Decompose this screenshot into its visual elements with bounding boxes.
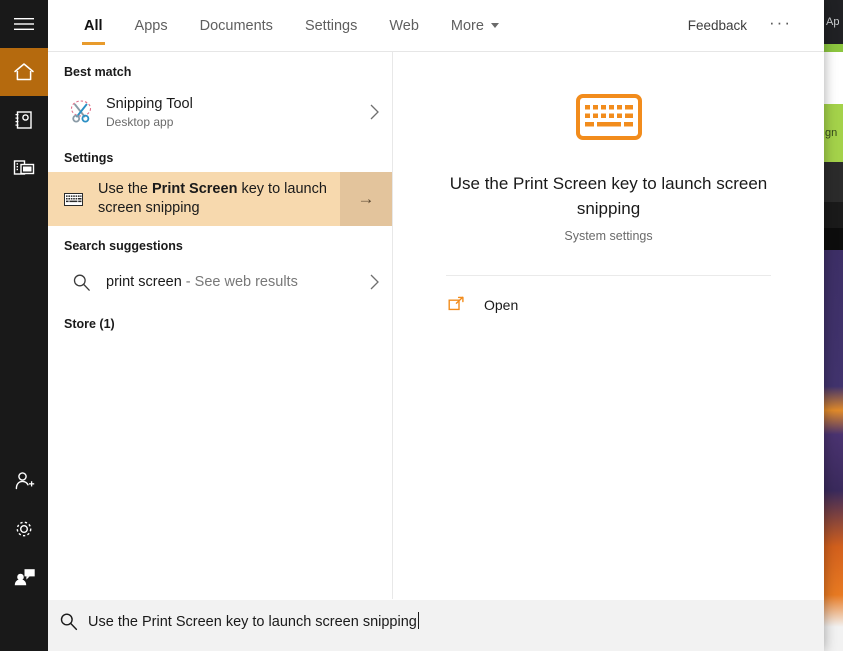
sidebar-item-devices[interactable] (0, 144, 48, 192)
tab-more-label: More (450, 17, 484, 34)
background-window-content (824, 52, 843, 104)
search-tabbar: All Apps Documents Settings Web More Fee… (48, 0, 824, 51)
suggestion-search-icon-wrap (64, 273, 98, 292)
settings-row-label: Use the Print Screen key to launch scree… (94, 180, 340, 218)
settings-label-prefix: Use the (98, 181, 152, 197)
search-flyout: All Apps Documents Settings Web More Fee… (0, 0, 824, 651)
chevron-down-icon (490, 23, 499, 28)
result-row-print-screen-setting[interactable]: Use the Print Screen key to launch scree… (48, 172, 392, 226)
preview-keyboard-icon-wrap (575, 94, 642, 145)
tab-all[interactable]: All (68, 0, 119, 51)
background-window-band-2 (824, 202, 843, 228)
result-subtitle: Desktop app (106, 114, 174, 129)
sidebar-item-feedback[interactable] (0, 553, 48, 601)
sidebar-item-collections[interactable] (0, 96, 48, 144)
tab-settings[interactable]: Settings (289, 0, 373, 51)
tab-web[interactable]: Web (373, 0, 435, 51)
result-title: Snipping Tool (106, 95, 193, 112)
header-actions: Feedback ··· (678, 0, 824, 51)
result-row-web-suggestion[interactable]: print screen - See web results (48, 260, 392, 304)
snipping-tool-icon-wrap (64, 97, 98, 127)
hamburger-menu-button[interactable] (0, 0, 48, 48)
tab-all-label: All (84, 17, 103, 34)
search-icon (73, 274, 90, 291)
hamburger-icon (14, 18, 34, 30)
background-window-title: Ap (824, 0, 843, 44)
sidebar-item-settings[interactable] (0, 505, 48, 553)
preview-divider (446, 275, 771, 276)
search-input-text[interactable]: Use the Print Screen key to launch scree… (88, 611, 419, 631)
search-icon-wrap (48, 612, 88, 631)
tab-documents-label: Documents (199, 17, 273, 34)
results-list: Best match Snipping Tool Desktop app Set… (48, 52, 392, 599)
section-header-settings: Settings (64, 151, 114, 165)
tab-list: All Apps Documents Settings Web More (48, 0, 515, 51)
left-icon-rail (0, 0, 48, 651)
sidebar-item-home[interactable] (0, 48, 48, 96)
external-link-icon-wrap (446, 296, 476, 314)
result-expand-button[interactable] (356, 103, 392, 121)
preview-title: Use the Print Screen key to launch scree… (449, 174, 768, 218)
tab-documents[interactable]: Documents (184, 0, 289, 51)
open-action-button[interactable]: Open (446, 296, 771, 314)
background-window-band-1 (824, 162, 843, 202)
tab-settings-label: Settings (304, 17, 358, 34)
background-window-banner: gn (824, 104, 843, 162)
section-header-search-suggestions: Search suggestions (64, 239, 183, 253)
suggestion-expand-button[interactable] (356, 273, 392, 291)
home-icon (14, 63, 34, 81)
text-cursor (417, 611, 419, 629)
chevron-right-icon (370, 274, 379, 290)
rail-footer (0, 600, 48, 651)
preview-subtitle: System settings (564, 229, 653, 243)
keyboard-icon-wrap (64, 192, 94, 206)
suggestion-hint: - See web results (181, 274, 298, 290)
background-window-lower (824, 250, 843, 651)
background-window-tabstrip (824, 44, 843, 52)
notebook-icon (15, 111, 32, 129)
chevron-right-icon (370, 104, 379, 120)
gear-icon (16, 521, 32, 537)
section-header-store: Store (1) (64, 317, 115, 331)
tab-more[interactable]: More (435, 0, 515, 51)
result-text-block: Snipping Tool Desktop app (98, 95, 356, 130)
section-header-best-match: Best match (64, 65, 132, 79)
feedback-button[interactable]: Feedback (678, 12, 757, 39)
search-input-bar[interactable]: Use the Print Screen key to launch scree… (48, 600, 824, 642)
background-browser-window[interactable]: Ap gn (824, 0, 843, 651)
person-feedback-icon (14, 569, 35, 586)
tab-apps[interactable]: Apps (119, 0, 184, 51)
settings-label-bold: Print Screen (152, 181, 238, 197)
external-link-icon (448, 296, 464, 311)
suggestion-query: print screen (106, 274, 182, 290)
keyboard-icon (575, 94, 642, 140)
search-bar-underfill (48, 642, 824, 651)
keyboard-icon (64, 192, 83, 206)
tab-web-label: Web (389, 17, 419, 34)
overflow-menu-button[interactable]: ··· (757, 9, 804, 43)
settings-row-go-button[interactable]: → (340, 172, 392, 226)
snipping-tool-icon (70, 100, 92, 123)
suggestion-text: print screen - See web results (98, 274, 356, 290)
search-input-value: Use the Print Screen key to launch scree… (88, 613, 417, 630)
settings-row-main[interactable]: Use the Print Screen key to launch scree… (48, 172, 340, 226)
person-add-icon (15, 472, 35, 490)
sidebar-item-account[interactable] (0, 457, 48, 505)
result-row-snipping-tool[interactable]: Snipping Tool Desktop app (48, 86, 392, 138)
open-action-label: Open (484, 297, 519, 313)
device-cast-icon (13, 160, 35, 175)
tab-apps-label: Apps (134, 17, 168, 34)
background-window-band-3 (824, 228, 843, 250)
preview-panel: Use the Print Screen key to launch scree… (393, 52, 824, 599)
search-icon (60, 612, 77, 630)
